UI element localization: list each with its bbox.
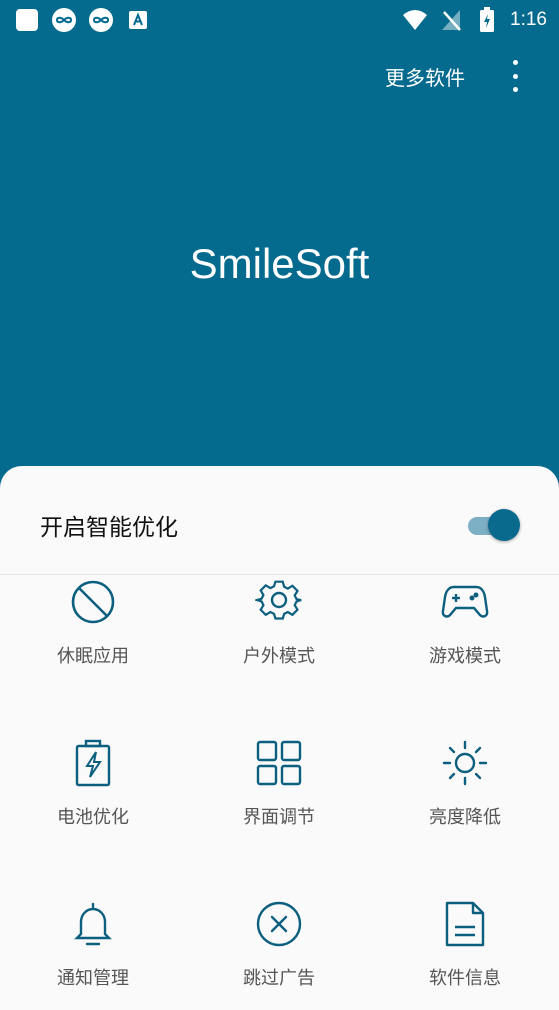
bottom-sheet: 开启智能优化 休眠应用 户外模式 游戏模式 电池优化 界面调节 亮度降低 通知管… — [0, 466, 559, 1006]
grid-item-label: 户外模式 — [243, 646, 315, 667]
smart-optimize-label: 开启智能优化 — [40, 515, 178, 541]
grid-item-label: 电池优化 — [57, 807, 129, 828]
grid-item-label: 通知管理 — [57, 968, 129, 989]
grid-item-skip-ads[interactable]: 跳过广告 — [186, 900, 372, 1010]
square-app-icon — [14, 7, 40, 33]
grid-item-label: 跳过广告 — [243, 968, 315, 989]
smart-optimize-switch[interactable] — [466, 508, 520, 542]
grid-item-sleep-apps[interactable]: 休眠应用 — [0, 578, 186, 688]
wifi-icon — [402, 7, 428, 33]
no-signal-icon — [438, 7, 464, 33]
grid-item-game-mode[interactable]: 游戏模式 — [372, 578, 558, 688]
grid-item-notification-manage[interactable]: 通知管理 — [0, 900, 186, 1010]
block-icon — [69, 578, 117, 626]
bell-icon — [69, 900, 117, 948]
gamepad-icon — [441, 578, 489, 626]
grid-item-label: 软件信息 — [429, 968, 501, 989]
gear-icon — [255, 578, 303, 626]
smart-optimize-row[interactable]: 开启智能优化 — [0, 466, 559, 575]
grid-icon — [255, 739, 303, 787]
grid-item-ui-adjust[interactable]: 界面调节 — [186, 739, 372, 849]
grid-item-label: 亮度降低 — [429, 807, 501, 828]
battery-icon — [69, 739, 117, 787]
brightness-icon — [441, 739, 489, 787]
close-circle-icon — [255, 900, 303, 948]
grid-item-label: 休眠应用 — [57, 646, 129, 667]
app-title: SmileSoft — [189, 240, 370, 287]
grid-item-app-info[interactable]: 软件信息 — [372, 900, 558, 1010]
font-app-icon — [125, 7, 151, 33]
battery-charging-icon — [474, 7, 500, 33]
more-vertical-icon[interactable] — [505, 58, 525, 94]
loop-app-icon — [51, 7, 77, 33]
grid-item-label: 界面调节 — [243, 807, 315, 828]
grid-item-label: 游戏模式 — [429, 646, 501, 667]
status-time: 1:16 — [510, 9, 547, 30]
loop-app-icon — [88, 7, 114, 33]
document-icon — [441, 900, 489, 948]
more-apps-button[interactable]: 更多软件 — [385, 62, 465, 91]
status-bar: 1:16 — [0, 0, 559, 40]
grid-item-battery-optimize[interactable]: 电池优化 — [0, 739, 186, 849]
grid-item-brightness-lower[interactable]: 亮度降低 — [372, 739, 558, 849]
grid-item-outdoor-mode[interactable]: 户外模式 — [186, 578, 372, 688]
